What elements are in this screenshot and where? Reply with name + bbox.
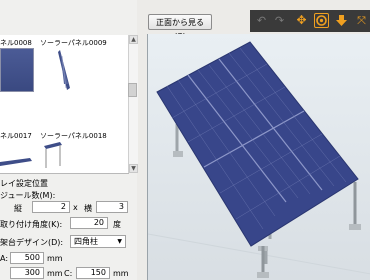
rows-label: 縦 — [14, 204, 22, 213]
rotate-icon[interactable] — [314, 13, 329, 28]
gallery-item-thumb-0018[interactable] — [40, 140, 80, 170]
panel-thumb-image — [58, 50, 70, 90]
section-title: レイ設定位置 — [0, 179, 48, 188]
module-count-label: ジュール数(M): — [0, 191, 56, 200]
fit-view-icon[interactable]: ⤧ — [354, 13, 369, 28]
scroll-up-icon[interactable]: ▲ — [129, 35, 138, 44]
redo-icon[interactable]: ↷ — [272, 13, 287, 28]
c-label: C: — [64, 269, 73, 278]
stand-design-value: 四角柱 — [74, 237, 98, 246]
c-unit: mm — [113, 269, 129, 278]
a-label: A: — [0, 254, 9, 263]
c-input[interactable]: 150 — [76, 267, 110, 279]
stand-footing — [349, 224, 361, 230]
a-input[interactable]: 500 — [10, 252, 44, 264]
solar-array — [156, 41, 359, 247]
panel-thumb-image — [0, 158, 32, 166]
gallery-item-label: ネル0008 — [0, 39, 32, 47]
gallery-item-thumb-0017[interactable] — [0, 140, 36, 170]
solar-panel-scene — [148, 41, 370, 278]
b-input[interactable]: 300 — [10, 267, 44, 279]
angle-unit: 度 — [113, 220, 121, 229]
gallery-item-label: ソーラーパネル0009 — [40, 39, 107, 47]
gallery-item-thumb-0009[interactable] — [40, 48, 76, 92]
gallery-scrollbar[interactable]: ▲ ▼ — [128, 35, 138, 173]
a-unit: mm — [47, 254, 63, 263]
3d-viewport[interactable] — [147, 34, 370, 280]
scroll-down-icon[interactable]: ▼ — [129, 164, 138, 173]
stand-design-label: 架台デザイン(D): — [0, 238, 64, 247]
stand-design-select[interactable]: 四角柱 ▼ — [70, 235, 126, 248]
stand-footing — [257, 272, 269, 278]
rotate-glyph — [316, 15, 327, 26]
panel-gallery: ネル0008 ソーラーパネル0009 ネル0017 ソーラーパネル0018 — [0, 35, 129, 174]
times-label: x — [73, 203, 78, 212]
front-view-button[interactable]: 正面から見る(G) — [148, 14, 212, 41]
panel-thumb-image — [44, 142, 62, 168]
angle-input[interactable]: 20 — [70, 217, 108, 229]
left-panel: ネル0008 ソーラーパネル0009 ネル0017 ソーラーパネル0018 ▲ … — [0, 0, 138, 280]
undo-icon[interactable]: ↶ — [254, 13, 269, 28]
angle-label: 取り付け角度(K): — [0, 220, 63, 229]
scrollbar-thumb[interactable] — [128, 83, 137, 97]
down-arrow-glyph — [336, 15, 347, 26]
cols-label: 横 — [84, 204, 92, 213]
down-arrow-icon[interactable] — [334, 13, 349, 28]
stand-footing — [173, 151, 183, 157]
rows-input[interactable]: 2 — [32, 201, 70, 213]
move-icon[interactable]: ✥ — [294, 13, 309, 28]
gallery-item-thumb-0008[interactable] — [0, 48, 36, 92]
chevron-down-icon: ▼ — [117, 238, 122, 245]
b-unit: mm — [47, 269, 63, 278]
cols-input[interactable]: 3 — [96, 201, 128, 213]
